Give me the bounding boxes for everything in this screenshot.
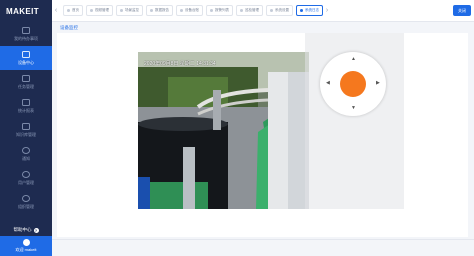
- tab-label: 报警列表: [215, 8, 229, 12]
- tab-scroll-right-icon[interactable]: ›: [323, 4, 331, 18]
- sidebar-item-devices[interactable]: 设备中心: [0, 46, 52, 70]
- camera-scene: [138, 52, 309, 209]
- tab-dot-icon: [240, 9, 243, 12]
- tab-logs[interactable]: 系统日志: [296, 5, 323, 16]
- sidebar-item-label: 统计报表: [18, 107, 34, 113]
- sidebar-item-notify[interactable]: 通知: [0, 142, 52, 166]
- tab-label: 系统设置: [275, 8, 289, 12]
- sidebar-item-todo[interactable]: 我的待办事项: [0, 22, 52, 46]
- folder-icon: [22, 122, 30, 130]
- sidebar-item-label: 任务管理: [18, 83, 34, 89]
- sidebar-item-reports[interactable]: 统计报表: [0, 94, 52, 118]
- sidebar-item-knowledge[interactable]: 知识库管理: [0, 118, 52, 142]
- sidebar-item-tasks[interactable]: 任务管理: [0, 70, 52, 94]
- sidebar-item-label: 设备中心: [18, 59, 34, 65]
- tab-inspection[interactable]: 巡检管理: [236, 5, 263, 16]
- ptz-left-arrow-icon[interactable]: ◀: [326, 81, 330, 86]
- help-label: 帮助中心: [13, 227, 32, 232]
- tab-label: 视频管理: [95, 8, 109, 12]
- send-icon: [22, 146, 30, 154]
- tab-scene[interactable]: 场景监控: [116, 5, 143, 16]
- breadcrumb[interactable]: 设备监控: [60, 25, 78, 31]
- sidebar-item-org[interactable]: 组织管理: [0, 190, 52, 214]
- close-tabs-button[interactable]: 关闭: [453, 5, 471, 16]
- tab-label: 场景监控: [125, 8, 139, 12]
- tab-dot-icon: [180, 9, 183, 12]
- tab-report[interactable]: 数据报告: [146, 5, 173, 16]
- sidebar-item-label: 组织管理: [18, 203, 34, 209]
- ptz-down-arrow-icon[interactable]: ▼: [351, 106, 356, 111]
- tab-home[interactable]: 首页: [63, 5, 83, 16]
- video-timestamp: 2020年09月8日 星期二 14:31:34: [144, 61, 216, 67]
- user-menu[interactable]: 欢迎 makeit: [0, 236, 52, 256]
- gear-icon: [22, 194, 30, 202]
- chart-icon: [22, 98, 30, 106]
- tab-scroll-left-icon[interactable]: ‹: [52, 4, 60, 18]
- tab-label: 系统日志: [305, 8, 319, 12]
- tab-dot-icon: [210, 9, 213, 12]
- calendar-icon: [22, 74, 30, 82]
- tab-label: 设备台账: [185, 8, 199, 12]
- camera-video-feed[interactable]: 2020年09月8日 星期二 14:31:34: [138, 52, 309, 209]
- avatar-icon: [22, 239, 30, 246]
- tab-alarms[interactable]: 报警列表: [206, 5, 233, 16]
- tab-label: 巡检管理: [245, 8, 259, 12]
- sidebar-item-label: 知识库管理: [16, 131, 36, 137]
- tab-dot-icon: [300, 9, 303, 12]
- tab-dot-icon: [150, 9, 153, 12]
- sidebar-item-label: 我的待办事项: [14, 35, 38, 41]
- tab-dot-icon: [270, 9, 273, 12]
- ptz-center-button[interactable]: [340, 71, 366, 97]
- brand-logo: MAKEIT: [6, 6, 40, 16]
- footer-divider: [52, 239, 474, 240]
- ptz-right-arrow-icon[interactable]: ▶: [376, 81, 380, 86]
- sidebar-item-label: 用户管理: [18, 179, 34, 185]
- tab-bar: ‹ 首页 视频管理 场景监控 数据报告 设备台账 报警列表 巡检管理 系统设置 …: [52, 0, 474, 22]
- question-icon: ?: [33, 227, 39, 233]
- toolbox-icon: [22, 50, 30, 58]
- tab-label: 数据报告: [155, 8, 169, 12]
- sidebar: MAKEIT 我的待办事项 设备中心 任务管理 统计报表 知识库管理 通知 用户…: [0, 0, 52, 256]
- ptz-up-arrow-icon[interactable]: ▲: [351, 57, 356, 62]
- tab-ledger[interactable]: 设备台账: [176, 5, 203, 16]
- user-icon: [22, 170, 30, 178]
- ptz-direction-pad[interactable]: ▲ ◀ ▶ ▼: [320, 52, 386, 116]
- help-center-link[interactable]: 帮助中心 ?: [0, 224, 52, 236]
- tab-dot-icon: [90, 9, 93, 12]
- todo-icon: [22, 26, 30, 34]
- sidebar-item-users[interactable]: 用户管理: [0, 166, 52, 190]
- user-label: 欢迎 makeit: [15, 247, 37, 252]
- tab-dot-icon: [67, 9, 70, 12]
- tab-label: 首页: [72, 8, 79, 12]
- tab-video[interactable]: 视频管理: [86, 5, 113, 16]
- tab-dot-icon: [120, 9, 123, 12]
- tab-settings[interactable]: 系统设置: [266, 5, 293, 16]
- sidebar-item-label: 通知: [22, 155, 30, 161]
